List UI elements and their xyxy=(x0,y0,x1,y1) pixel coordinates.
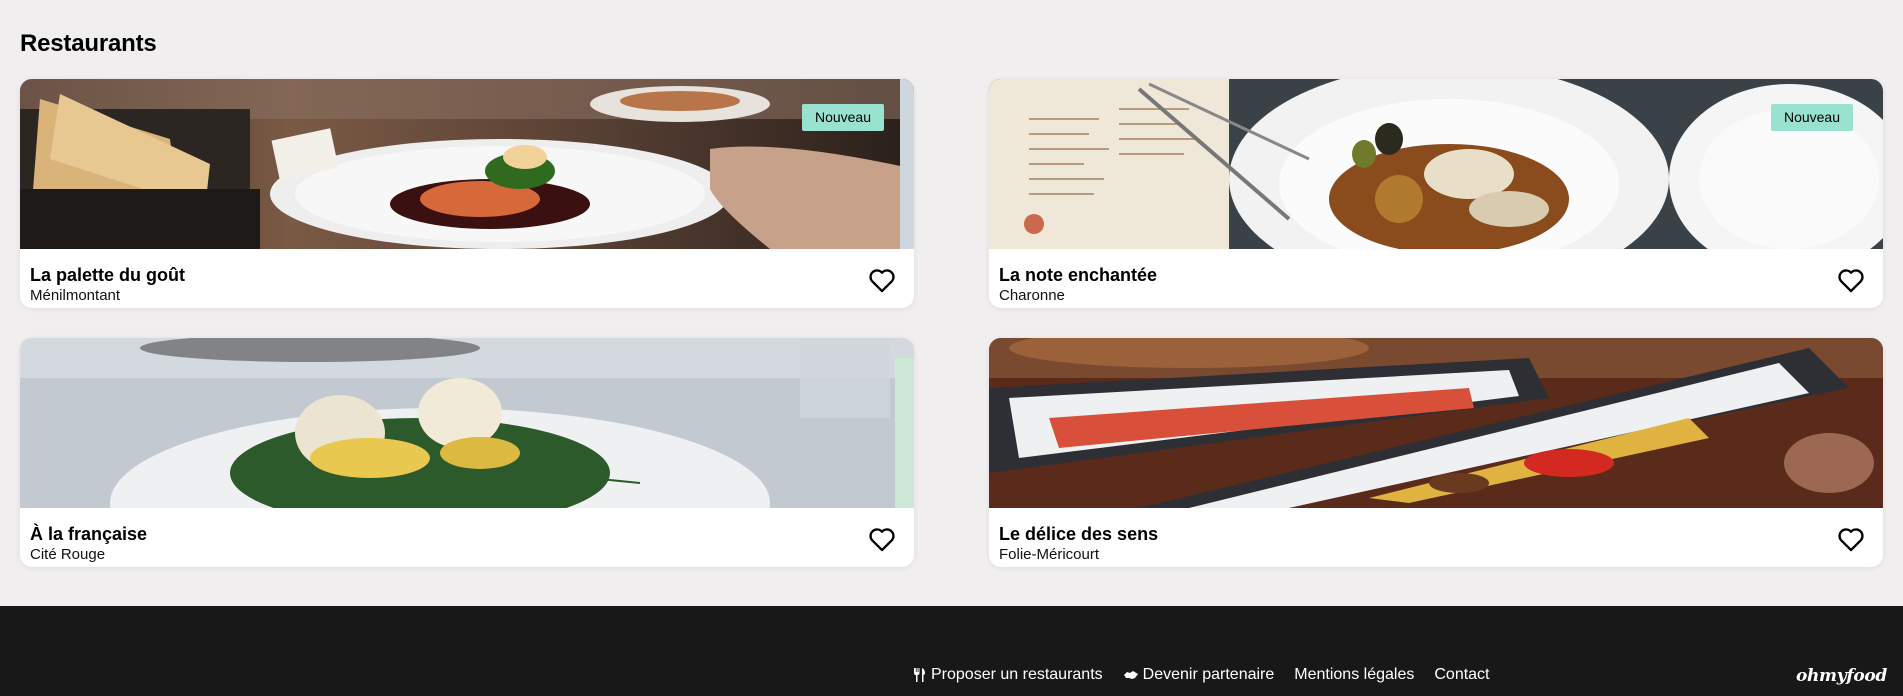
page-title: Restaurants xyxy=(20,30,157,57)
footer-link-propose-restaurant[interactable]: Proposer un restaurants xyxy=(911,666,1103,684)
restaurant-photo[interactable]: Nouveau xyxy=(20,79,914,249)
restaurant-card[interactable]: Nouveau La note enchantée Charonne xyxy=(989,79,1883,308)
restaurant-name: La note enchantée xyxy=(999,265,1158,285)
heart-outline-icon[interactable] xyxy=(868,267,896,293)
new-badge: Nouveau xyxy=(1770,104,1853,131)
restaurant-location: Cité Rouge xyxy=(30,546,106,563)
new-badge: Nouveau xyxy=(801,104,884,131)
utensils-icon xyxy=(911,667,927,683)
footer-link-label: Devenir partenaire xyxy=(1142,666,1275,683)
site-footer: Proposer un restaurants Devenir partenai… xyxy=(0,606,1903,696)
restaurant-photo[interactable] xyxy=(989,338,1883,508)
restaurant-card[interactable]: À la française Cité Rouge xyxy=(20,338,914,567)
restaurant-name: À la française xyxy=(30,524,148,544)
heart-outline-icon[interactable] xyxy=(868,526,896,552)
restaurant-photo[interactable]: Nouveau xyxy=(989,79,1883,249)
footer-link-contact[interactable]: Contact xyxy=(1434,666,1489,684)
restaurant-name: Le délice des sens xyxy=(999,524,1159,544)
footer-link-become-partner[interactable]: Devenir partenaire xyxy=(1123,666,1275,684)
footer-link-label: Contact xyxy=(1434,666,1490,683)
restaurant-location: Charonne xyxy=(999,287,1065,304)
heart-outline-icon[interactable] xyxy=(1837,267,1865,293)
restaurant-location: Ménilmontant xyxy=(30,287,121,304)
footer-link-legal[interactable]: Mentions légales xyxy=(1294,666,1414,684)
footer-nav: Proposer un restaurants Devenir partenai… xyxy=(911,666,1510,684)
handshake-icon xyxy=(1123,667,1139,683)
restaurant-card[interactable]: Nouveau La palette du goût Ménilmontant xyxy=(20,79,914,308)
ohmyfood-logo[interactable]: ohmyfood xyxy=(1796,666,1887,686)
footer-link-label: Proposer un restaurants xyxy=(931,666,1103,683)
footer-link-label: Mentions légales xyxy=(1294,666,1415,683)
restaurant-card[interactable]: Le délice des sens Folie-Méricourt xyxy=(989,338,1883,567)
restaurant-name: La palette du goût xyxy=(30,265,185,285)
restaurant-location: Folie-Méricourt xyxy=(999,546,1100,563)
restaurant-photo[interactable] xyxy=(20,338,914,508)
heart-outline-icon[interactable] xyxy=(1837,526,1865,552)
